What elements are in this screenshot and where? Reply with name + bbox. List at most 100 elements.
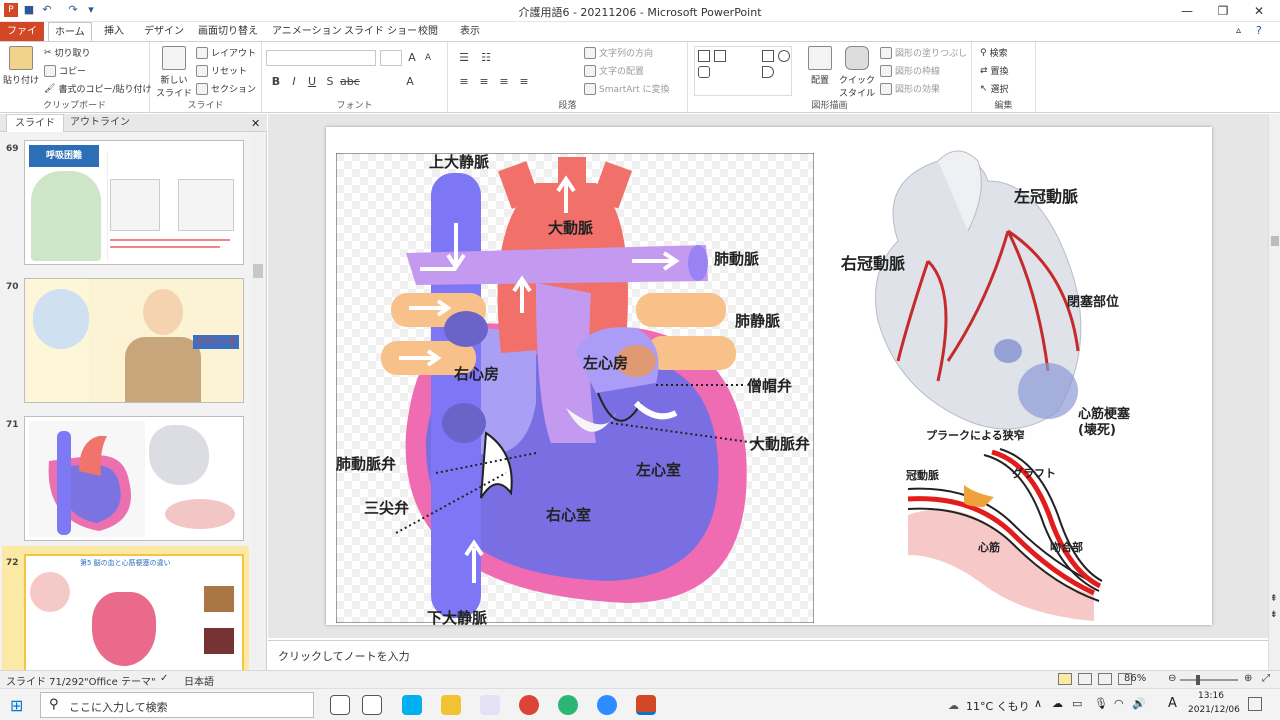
notifications-icon[interactable] — [1248, 697, 1262, 711]
slide-thumbnail-72[interactable]: 第5 脳の血と心筋梗塞の違い — [24, 554, 244, 679]
close-pane-icon[interactable]: ✕ — [251, 117, 260, 130]
network-icon[interactable]: ▭ — [1072, 697, 1082, 710]
textbox-shape-icon[interactable] — [698, 50, 710, 62]
reset-button[interactable]: リセット — [196, 64, 247, 77]
weather-text[interactable]: 11°C くもり — [966, 698, 1030, 714]
italic-icon[interactable]: I — [286, 74, 302, 90]
shape-outline-button[interactable]: 図形の枠線 — [880, 64, 940, 77]
edge-icon[interactable] — [558, 695, 578, 715]
zoom-app-icon[interactable] — [597, 695, 617, 715]
rounded-rect-shape-icon[interactable] — [698, 66, 710, 78]
layout-button[interactable]: レイアウト — [196, 46, 256, 59]
powerpoint-taskbar-icon[interactable] — [636, 695, 656, 715]
tab-outline-pane[interactable]: アウトライン — [62, 114, 138, 132]
windows-start-icon[interactable]: ⊞ — [10, 696, 23, 715]
previous-slide-icon[interactable]: ⇞ — [1270, 594, 1278, 604]
font-color-icon[interactable]: A — [402, 74, 418, 90]
volume-icon[interactable]: 🔊 — [1132, 697, 1146, 710]
tab-insert[interactable]: 挿入 — [98, 22, 130, 41]
zoom-level[interactable]: 86% — [1124, 673, 1146, 684]
tab-view[interactable]: 表示 — [454, 22, 486, 41]
maximize-button[interactable]: ❐ — [1208, 2, 1238, 20]
skype-icon[interactable] — [402, 695, 422, 715]
oval-shape-icon[interactable] — [778, 50, 790, 62]
slide-thumbnail-71[interactable] — [24, 416, 244, 541]
text-direction-button[interactable]: 文字列の方向 — [584, 46, 653, 59]
justify-icon[interactable]: ≡ — [516, 74, 532, 90]
panel-scrollbar[interactable] — [252, 134, 264, 668]
onedrive-icon[interactable]: ☁ — [1052, 697, 1063, 710]
notes-pane[interactable]: クリックしてノートを入力 — [268, 640, 1268, 670]
zoom-in-icon[interactable]: ⊕ — [1244, 673, 1252, 684]
align-right-icon[interactable]: ≡ — [496, 74, 512, 90]
zoom-out-icon[interactable]: ⊖ — [1168, 673, 1176, 684]
arrow-shape-icon[interactable] — [762, 66, 774, 78]
wifi-icon[interactable]: ◠ — [1114, 697, 1124, 710]
textbox-vertical-shape-icon[interactable] — [714, 50, 726, 62]
tray-chevron-icon[interactable]: ∧ — [1034, 697, 1042, 710]
tab-slides-pane[interactable]: スライド — [6, 114, 64, 132]
slide-thumbnail-70[interactable]: チアノーゼ — [24, 278, 244, 403]
grow-font-icon[interactable]: A — [404, 50, 420, 66]
cortana-icon[interactable] — [330, 695, 350, 715]
arrange-button[interactable]: 配置 — [806, 46, 834, 86]
shapes-gallery[interactable] — [694, 46, 792, 96]
editor-scrollbar[interactable]: ⇞ ⇟ — [1268, 114, 1280, 670]
tab-home[interactable]: ホーム — [48, 22, 92, 41]
shape-fill-button[interactable]: 図形の塗りつぶし — [880, 46, 967, 59]
replace-button[interactable]: ⇄ 置換 — [980, 64, 1009, 78]
clock-date[interactable]: 2021/12/06 — [1188, 705, 1240, 715]
microphone-icon[interactable]: 🎙 — [1094, 697, 1108, 710]
paste-button[interactable]: 貼り付け — [3, 46, 39, 86]
smartart-button[interactable]: SmartArt に変換 — [584, 82, 669, 95]
scroll-thumb[interactable] — [253, 264, 263, 278]
file-explorer-icon[interactable] — [441, 695, 461, 715]
tab-review[interactable]: 校閲 — [412, 22, 444, 41]
reading-view-icon[interactable] — [1098, 673, 1112, 685]
spellcheck-icon[interactable]: ✓ — [160, 673, 168, 684]
numbering-icon[interactable]: ☷ — [478, 50, 494, 66]
zoom-slider[interactable] — [1180, 679, 1238, 681]
slide-thumbnail-69[interactable]: 呼吸困難 — [24, 140, 244, 265]
select-button[interactable]: ↖ 選択 — [980, 82, 1009, 96]
language[interactable]: 日本語 — [184, 673, 214, 688]
new-slide-button[interactable]: 新しい スライド — [156, 46, 192, 99]
minimize-button[interactable]: — — [1172, 2, 1202, 20]
rectangle-shape-icon[interactable] — [762, 50, 774, 62]
clock-time[interactable]: 13:16 — [1198, 691, 1224, 701]
find-button[interactable]: ⚲ 検索 — [980, 46, 1008, 60]
tab-slideshow[interactable]: スライド ショー — [338, 22, 423, 41]
quick-styles-button[interactable]: クイック スタイル — [839, 46, 875, 99]
strikethrough-icon[interactable]: abc — [340, 74, 360, 90]
normal-view-icon[interactable] — [1058, 673, 1072, 685]
collapse-ribbon-icon[interactable]: ▵ — [1236, 25, 1241, 36]
bold-icon[interactable]: B — [268, 74, 284, 90]
align-left-icon[interactable]: ≡ — [456, 74, 472, 90]
format-painter-button[interactable]: 🖌 書式のコピー/貼り付け — [44, 82, 151, 96]
snipping-tool-icon[interactable] — [480, 695, 500, 715]
slide-sorter-icon[interactable] — [1078, 673, 1092, 685]
font-size-combo[interactable] — [380, 50, 402, 66]
bullets-icon[interactable]: ☰ — [456, 50, 472, 66]
chrome-icon[interactable] — [519, 695, 539, 715]
weather-icon[interactable]: ☁ — [948, 699, 959, 712]
close-button[interactable]: ✕ — [1244, 2, 1274, 20]
task-view-icon[interactable] — [362, 695, 382, 715]
current-slide[interactable]: 上大静脈 大動脈 肺動脈 肺静脈 左心房 右心房 僧帽弁 大動脈弁 肺動脈弁 左… — [326, 127, 1212, 627]
tab-transitions[interactable]: 画面切り替え — [192, 22, 264, 41]
fit-to-window-icon[interactable]: ⤢ — [1262, 673, 1270, 684]
ime-indicator[interactable]: A — [1168, 696, 1177, 711]
tab-file[interactable]: ファイル — [0, 22, 44, 56]
taskbar-search-box[interactable]: ⚲ ここに入力して検索 — [40, 692, 314, 718]
shrink-font-icon[interactable]: A — [420, 50, 436, 66]
shape-effects-button[interactable]: 図形の効果 — [880, 82, 940, 95]
align-center-icon[interactable]: ≡ — [476, 74, 492, 90]
underline-icon[interactable]: U — [304, 74, 320, 90]
tab-animations[interactable]: アニメーション — [266, 22, 348, 41]
next-slide-icon[interactable]: ⇟ — [1270, 610, 1278, 620]
font-name-combo[interactable] — [266, 50, 376, 66]
help-icon[interactable]: ? — [1256, 24, 1262, 37]
scroll-thumb[interactable] — [1271, 236, 1279, 246]
align-text-button[interactable]: 文字の配置 — [584, 64, 644, 77]
tab-design[interactable]: デザイン — [138, 22, 190, 41]
